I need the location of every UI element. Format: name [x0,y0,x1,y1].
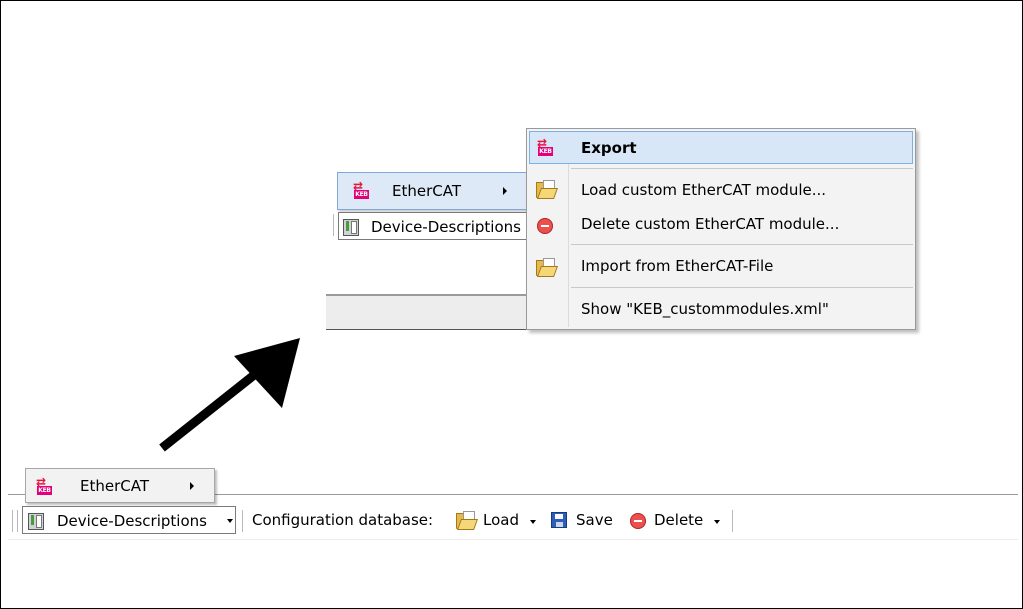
delete-label: Delete [654,511,704,529]
toolbar-grip [12,510,13,532]
save-button[interactable]: Save [551,510,617,532]
toolbar-separator [732,510,733,532]
toolbar-separator [17,510,18,532]
menu-item-load-custom[interactable]: Load custom EtherCAT module... [581,181,826,199]
menu-item-import[interactable]: Import from EtherCAT-File [581,257,773,275]
submenu-arrow-icon [190,482,194,490]
arrow-icon [159,338,300,452]
menu-separator [571,168,913,169]
toolbar-bottom-border [8,539,1018,540]
device-icon [28,511,44,530]
ethercat-submenu: ⇄ KEB Export Load custom EtherCAT module.… [526,128,916,330]
zoom-toolbar-separator [333,214,334,236]
toolbar-separator [242,510,243,532]
load-button[interactable]: Load [455,510,536,532]
device-descriptions-label: Device-Descriptions [371,218,521,236]
export-label: Export [581,139,637,157]
device-descriptions-dropdown-zoomed[interactable]: Device-Descriptions [338,212,530,240]
chevron-down-icon [714,520,720,524]
folder-open-icon [455,511,479,530]
ethercat-label: EtherCAT [392,182,461,200]
load-label: Load [483,511,519,529]
keb-logo-icon: ⇄ KEB [36,475,52,495]
device-descriptions-label: Device-Descriptions [57,512,207,530]
delete-button[interactable]: Delete [628,510,723,532]
device-icon [343,217,359,236]
keb-logo-icon: ⇄ KEB [353,179,369,199]
folder-open-icon [535,180,559,199]
ethercat-label: EtherCAT [80,477,149,495]
ethercat-menu-item-zoomed[interactable]: ⇄ KEB EtherCAT [337,172,528,210]
zoom-panel-strip [326,296,536,330]
keb-logo-icon: ⇄ KEB [537,136,553,156]
chevron-down-icon [530,520,536,524]
delete-icon [630,513,646,529]
save-icon [551,512,567,528]
device-descriptions-dropdown[interactable]: Device-Descriptions [22,506,236,534]
submenu-arrow-icon [503,187,507,195]
ethercat-menu-item[interactable]: ⇄ KEB EtherCAT [25,468,215,503]
menu-item-delete-custom[interactable]: Delete custom EtherCAT module... [581,215,839,233]
menu-separator [571,287,913,288]
folder-open-icon [535,258,559,277]
delete-icon [537,218,553,234]
chevron-down-icon [227,519,233,523]
configuration-database-label: Configuration database: [252,511,434,529]
menu-separator [571,244,913,245]
save-label: Save [576,511,613,529]
menu-item-show-xml[interactable]: Show "KEB_custommodules.xml" [581,300,829,318]
zoom-panel-border [326,329,536,330]
